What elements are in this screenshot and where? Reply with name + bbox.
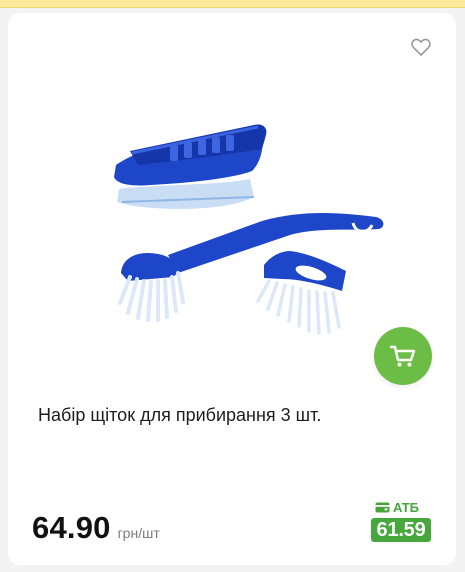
product-title[interactable]: Набір щіток для прибирання 3 шт.: [38, 403, 418, 427]
atb-price-badge: 61.59: [371, 518, 431, 542]
scrub-brush: [114, 124, 267, 209]
atb-card-label: АТБ: [375, 500, 419, 515]
shopping-cart-icon: [389, 345, 416, 367]
product-card[interactable]: Набір щіток для прибирання 3 шт. 64.90 г…: [8, 13, 456, 565]
card-icon: [375, 502, 390, 513]
favorite-button[interactable]: [409, 35, 433, 59]
add-to-cart-button[interactable]: [374, 327, 432, 385]
atb-label-text: АТБ: [393, 500, 420, 515]
price-unit: грн/шт: [117, 525, 160, 541]
price-value: 64.90: [32, 510, 111, 545]
heart-outline-icon: [411, 38, 431, 56]
price-block: 64.90 грн/шт: [32, 510, 160, 546]
product-image: [114, 124, 384, 335]
long-handle-brush: [118, 213, 384, 322]
top-strip: [0, 0, 465, 8]
small-hand-brush: [256, 251, 346, 335]
